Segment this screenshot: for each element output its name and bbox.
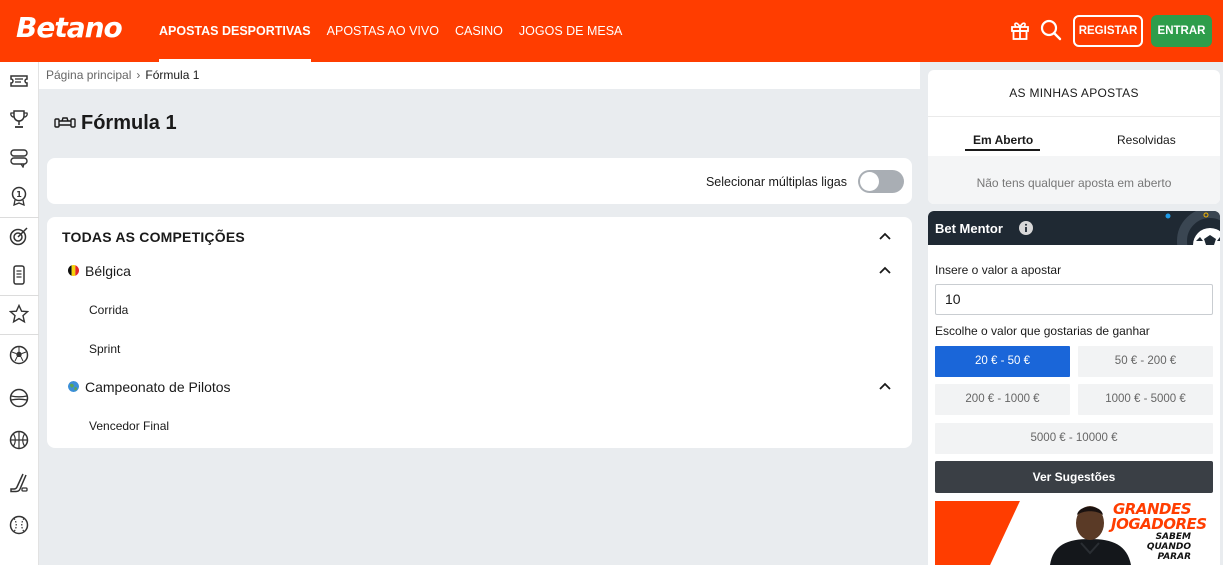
tennis-icon[interactable] (9, 388, 29, 408)
multi-league-label: Selecionar múltiplas ligas (705, 175, 847, 189)
league-belgium[interactable]: Bélgica (85, 263, 131, 279)
market-item[interactable]: Vencedor Final (89, 419, 169, 433)
breadcrumb-home[interactable]: Página principal (46, 68, 131, 82)
rail-divider (0, 334, 39, 335)
market-item[interactable]: Corrida (89, 303, 128, 317)
empty-bets-text: Não tens qualquer aposta em aberto (976, 176, 1172, 190)
rail-divider (0, 217, 39, 218)
breadcrumb-current: Fórmula 1 (145, 68, 200, 82)
stake-input[interactable]: 10 (935, 284, 1213, 315)
sports-rail: 1 (0, 62, 39, 565)
multi-league-toggle[interactable] (858, 170, 904, 193)
bet-mentor-title: Bet Mentor (935, 221, 1003, 236)
league-drivers-championship[interactable]: Campeonato de Pilotos (85, 379, 231, 395)
tab-open-bets[interactable]: Em Aberto (973, 133, 1033, 147)
chevron-right-icon: › (136, 68, 141, 82)
betano-logo[interactable]: Betano (16, 11, 123, 44)
range-option[interactable]: 50 € - 200 € (1078, 346, 1213, 377)
see-suggestions-button[interactable]: Ver Sugestões (935, 461, 1213, 493)
competitions-card: TODAS AS COMPETIÇÕES Bélgica Corrida Spr… (47, 217, 912, 448)
belgium-flag-icon (68, 265, 79, 276)
football-icon (1165, 211, 1220, 245)
target-icon[interactable] (9, 226, 29, 246)
range-option[interactable]: 1000 € - 5000 € (1078, 384, 1213, 415)
basketball-icon[interactable] (9, 430, 29, 450)
main-nav: APOSTAS DESPORTIVAS APOSTAS AO VIVO CASI… (159, 0, 638, 62)
football-icon[interactable] (9, 345, 29, 365)
my-bets-panel: AS MINHAS APOSTAS Em Aberto Resolvidas N… (928, 70, 1220, 204)
breadcrumb: Página principal › Fórmula 1 (39, 62, 920, 89)
nav-table-games[interactable]: JOGOS DE MESA (519, 0, 623, 62)
page-title: Fórmula 1 (81, 112, 177, 134)
hockey-icon[interactable] (9, 473, 29, 493)
market-item[interactable]: Sprint (89, 342, 120, 356)
all-competitions-title[interactable]: TODAS AS COMPETIÇÕES (62, 229, 245, 245)
svg-text:1: 1 (16, 190, 22, 199)
bet-slip-icon[interactable] (9, 71, 29, 91)
range-option[interactable]: 20 € - 50 € (935, 346, 1070, 377)
active-tab-indicator (965, 149, 1040, 151)
login-button[interactable]: ENTRAR (1151, 15, 1212, 47)
promo-subline: SABEM QUANDO PARAR (1146, 532, 1191, 562)
register-button[interactable]: REGISTAR (1073, 15, 1143, 47)
range-option[interactable]: 200 € - 1000 € (935, 384, 1070, 415)
rail-divider (0, 295, 39, 296)
chat-bets-icon[interactable] (9, 148, 29, 168)
info-icon[interactable] (1019, 221, 1033, 235)
nav-sports-betting[interactable]: APOSTAS DESPORTIVAS (159, 0, 311, 62)
promo-headline: GRANDES JOGADORES (1111, 501, 1207, 533)
race-car-icon (54, 117, 76, 128)
world-icon (68, 381, 79, 392)
nav-casino[interactable]: CASINO (455, 0, 503, 62)
tab-settled-bets[interactable]: Resolvidas (1117, 133, 1176, 147)
bet-mentor-header: Bet Mentor (928, 211, 1220, 245)
top-bar: Betano APOSTAS DESPORTIVAS APOSTAS AO VI… (0, 0, 1223, 62)
trophy-icon[interactable] (9, 109, 29, 129)
promo-banner[interactable]: GRANDES JOGADORES SABEM QUANDO PARAR (935, 501, 1213, 565)
badge-icon[interactable]: 1 (9, 186, 29, 206)
chevron-up-icon[interactable] (879, 382, 891, 390)
win-label: Escolhe o valor que gostarias de ganhar (935, 324, 1150, 338)
baseball-icon[interactable] (9, 515, 29, 535)
divider (928, 116, 1220, 117)
multi-league-card: Selecionar múltiplas ligas (47, 158, 912, 204)
phone-icon[interactable] (9, 265, 29, 285)
bet-mentor-panel: Bet Mentor Insere o valor a apostar 10 E… (928, 211, 1220, 565)
search-icon[interactable] (1040, 19, 1062, 41)
my-bets-title: AS MINHAS APOSTAS (1009, 86, 1139, 100)
stake-label: Insere o valor a apostar (935, 263, 1062, 277)
star-icon[interactable] (9, 304, 29, 324)
range-option[interactable]: 5000 € - 10000 € (935, 423, 1213, 454)
chevron-up-icon[interactable] (879, 266, 891, 274)
nav-live-betting[interactable]: APOSTAS AO VIVO (327, 0, 439, 62)
gift-icon[interactable] (1009, 19, 1031, 41)
chevron-up-icon[interactable] (879, 232, 891, 240)
